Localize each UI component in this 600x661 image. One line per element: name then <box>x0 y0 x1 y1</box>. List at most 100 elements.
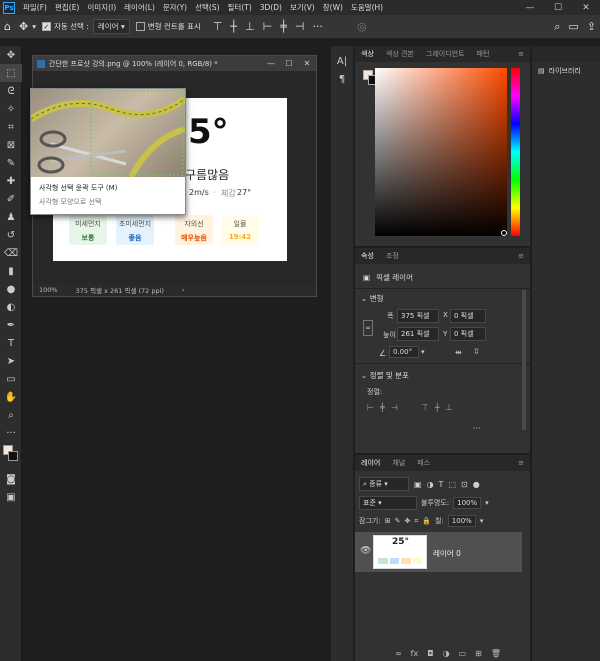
tool-preset-chevron-icon[interactable]: ▾ <box>32 22 36 31</box>
opacity-dropdown-icon[interactable]: ▾ <box>485 499 489 507</box>
menu-edit[interactable]: 편집(E) <box>51 2 83 13</box>
new-group-icon[interactable]: ▭ <box>459 649 467 658</box>
workspace-icon[interactable]: ▭ <box>568 20 578 33</box>
delete-layer-icon[interactable]: 🗑 <box>491 649 501 658</box>
history-brush-icon[interactable]: ↺ <box>0 226 22 244</box>
hand-tool-icon[interactable]: ✋ <box>0 388 22 406</box>
shape-tool-icon[interactable]: ▭ <box>0 370 22 388</box>
more-options-icon[interactable]: ··· <box>312 20 323 33</box>
stamp-tool-icon[interactable]: ♟ <box>0 208 22 226</box>
tab-gradients[interactable]: 그레이디언트 <box>420 49 471 59</box>
hue-slider[interactable] <box>511 68 520 236</box>
align-top-icon[interactable]: ⊤ <box>422 403 429 412</box>
library-button[interactable]: ▤ 라이브러리 <box>532 62 600 80</box>
tab-properties[interactable]: 속성 <box>355 251 380 261</box>
menu-file[interactable]: 파일(F) <box>19 2 51 13</box>
lock-artboard-icon[interactable]: ⌗ <box>414 517 418 526</box>
type-tool-icon[interactable]: T <box>0 334 22 352</box>
align-right-icon[interactable]: ⊣ <box>295 20 305 33</box>
filter-shape-icon[interactable]: ⬚ <box>448 480 456 489</box>
panel-menu-icon[interactable]: ≡ <box>512 50 530 58</box>
quick-mask-icon[interactable]: ◙ <box>0 470 22 488</box>
fill-field[interactable]: 100% <box>447 515 476 527</box>
eyedropper-icon[interactable]: ✎ <box>0 154 22 172</box>
marquee-tool-icon[interactable]: ⬚ <box>0 64 22 82</box>
menu-type[interactable]: 문자(Y) <box>159 2 191 13</box>
move-tool-icon[interactable]: ✥ <box>19 20 28 33</box>
share-icon[interactable]: ⇪ <box>587 20 596 33</box>
pen-tool-icon[interactable]: ✒ <box>0 316 22 334</box>
blur-tool-icon[interactable]: ● <box>0 280 22 298</box>
menu-help[interactable]: 도움말(H) <box>347 2 387 13</box>
properties-scrollbar[interactable] <box>522 290 526 430</box>
layer-name[interactable]: 레이어 0 <box>433 548 461 559</box>
tab-paths[interactable]: 패스 <box>411 458 436 468</box>
gradient-tool-icon[interactable]: ▮ <box>0 262 22 280</box>
lock-pixels-icon[interactable]: ⊞ <box>385 517 391 525</box>
menu-select[interactable]: 선택(S) <box>191 2 223 13</box>
path-select-icon[interactable]: ➤ <box>0 352 22 370</box>
filter-type-icon[interactable]: T <box>439 480 444 489</box>
fill-dropdown-icon[interactable]: ▾ <box>480 517 484 525</box>
lock-all-icon[interactable]: 🔒 <box>422 517 431 525</box>
brush-tool-icon[interactable]: ✐ <box>0 190 22 208</box>
align-bottom-icon[interactable]: ⊥ <box>446 403 453 412</box>
angle-field[interactable]: 0.00° <box>389 346 419 358</box>
menu-3d[interactable]: 3D(D) <box>256 3 286 12</box>
align-hcenter-icon[interactable]: ╪ <box>280 20 287 33</box>
document-title-bar[interactable]: 간단한 프로샷 강의.png @ 100% (레이어 0, RGB/8) * —… <box>33 56 316 71</box>
lock-paint-icon[interactable]: ✎ <box>395 517 401 525</box>
layer-row[interactable]: 👁 25° 레이어 0 <box>355 532 522 572</box>
color-swatches-icon[interactable] <box>0 442 22 470</box>
lasso-tool-icon[interactable]: ᘓ <box>0 82 22 100</box>
more-tools-icon[interactable]: ··· <box>0 424 22 442</box>
color-picker-handle[interactable] <box>501 230 507 236</box>
filter-toggle-icon[interactable]: ● <box>473 480 480 489</box>
search-icon[interactable]: ⌕ <box>554 20 560 34</box>
align-bottom-icon[interactable]: ⊥ <box>245 20 255 33</box>
lock-position-icon[interactable]: ✥ <box>404 517 410 525</box>
more-options-icon[interactable]: ··· <box>473 424 481 433</box>
frame-tool-icon[interactable]: ⊠ <box>0 136 22 154</box>
tab-adjustments[interactable]: 조정 <box>380 251 405 261</box>
menu-image[interactable]: 이미지(I) <box>83 2 120 13</box>
tab-layers[interactable]: 레이어 <box>355 458 386 468</box>
healing-brush-icon[interactable]: ✚ <box>0 172 22 190</box>
align-section[interactable]: ⌄ 정렬 및 분포 <box>361 370 409 381</box>
new-layer-icon[interactable]: ⊞ <box>475 649 482 658</box>
eye-icon[interactable]: 👁 <box>360 546 371 556</box>
doc-minimize-icon[interactable]: — <box>262 59 280 68</box>
y-field[interactable]: 0 픽셀 <box>450 327 486 341</box>
flip-vertical-icon[interactable]: ⇳ <box>473 347 480 356</box>
opacity-field[interactable]: 100% <box>453 497 482 509</box>
dodge-tool-icon[interactable]: ◐ <box>0 298 22 316</box>
blend-mode-dropdown[interactable]: 표준 ▾ <box>359 496 417 510</box>
layers-menu-icon[interactable]: ≡ <box>512 459 530 467</box>
status-arrow-icon[interactable]: › <box>182 286 185 294</box>
transform-section[interactable]: ⌄ 변형 <box>361 293 384 304</box>
add-mask-icon[interactable]: ◘ <box>427 649 433 658</box>
align-top-icon[interactable]: ⊤ <box>213 20 223 33</box>
menu-view[interactable]: 보기(V) <box>286 2 319 13</box>
filter-smart-icon[interactable]: ⊡ <box>461 480 468 489</box>
width-field[interactable]: 375 픽셀 <box>397 309 439 323</box>
x-field[interactable]: 0 픽셀 <box>450 309 486 323</box>
properties-menu-icon[interactable]: ≡ <box>512 252 530 260</box>
home-icon[interactable]: ⌂ <box>4 20 11 33</box>
link-layers-icon[interactable]: ∞ <box>395 649 402 658</box>
angle-dropdown-icon[interactable]: ▾ <box>421 348 425 356</box>
doc-close-icon[interactable]: ✕ <box>298 59 316 68</box>
auto-select-dropdown[interactable]: 레이어 ▾ <box>92 19 130 34</box>
align-vcenter-icon[interactable]: ┼ <box>230 20 237 33</box>
align-center-icon[interactable]: ╪ <box>380 403 385 412</box>
align-left-icon[interactable]: ⊢ <box>263 20 273 33</box>
layer-filter-dropdown[interactable]: ⌕ 종류 ▾ <box>359 477 409 491</box>
move-tool-icon[interactable]: ✥ <box>0 46 22 64</box>
color-field[interactable] <box>375 68 507 236</box>
background-color-icon[interactable] <box>8 451 18 461</box>
menu-window[interactable]: 창(W) <box>319 2 347 13</box>
maximize-icon[interactable]: ☐ <box>544 0 572 15</box>
tab-channels[interactable]: 채널 <box>386 458 411 468</box>
fx-icon[interactable]: fx <box>411 649 419 658</box>
doc-maximize-icon[interactable]: ☐ <box>280 59 298 68</box>
